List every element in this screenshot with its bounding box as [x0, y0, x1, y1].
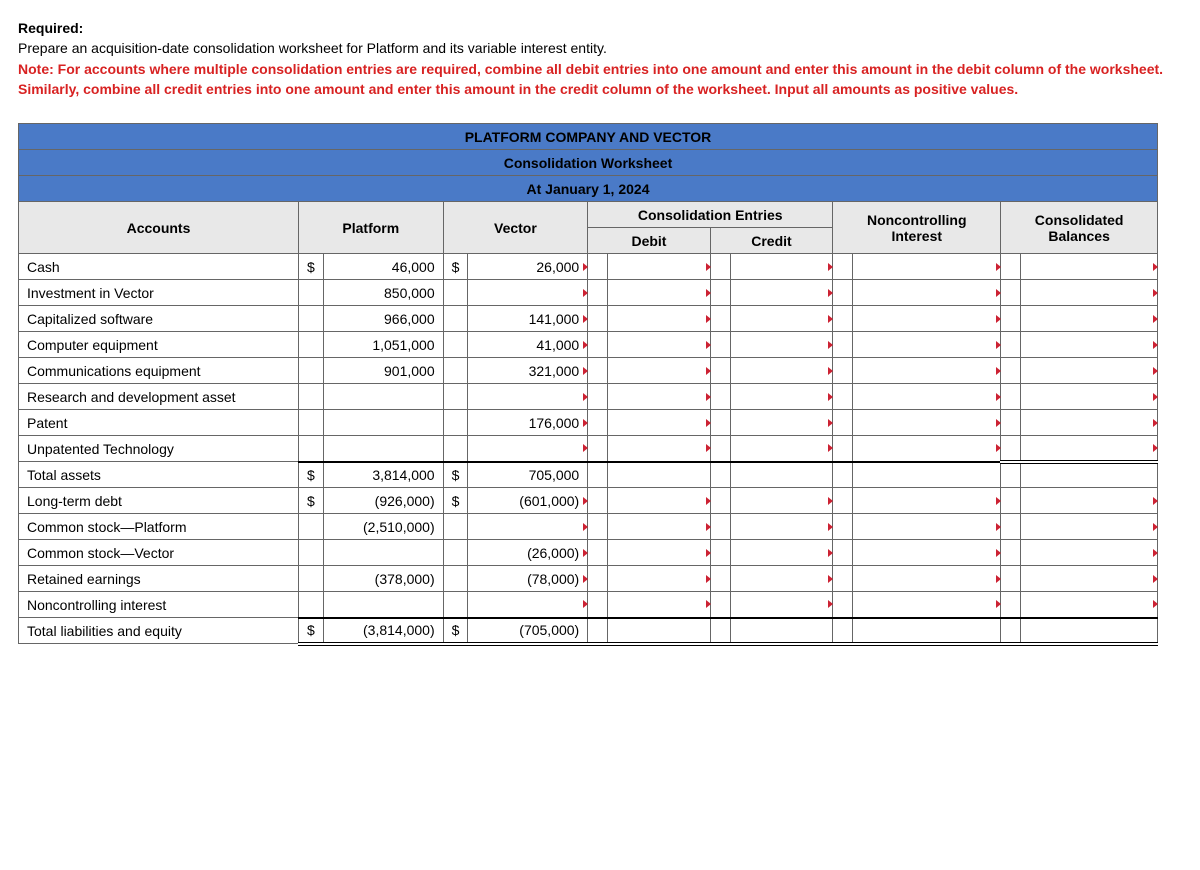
label: Communications equipment — [19, 358, 299, 384]
sheet-subtitle: Consolidation Worksheet — [19, 150, 1158, 176]
col-platform: Platform — [299, 202, 444, 254]
row-rnd-asset: Research and development asset — [19, 384, 1158, 410]
label: Unpatented Technology — [19, 436, 299, 462]
required-label: Required: — [18, 20, 83, 36]
col-consolidation: Consolidation Entries — [588, 202, 833, 228]
col-consolidated: Consolidated Balances — [1001, 202, 1158, 254]
instructions-line1: Prepare an acquisition-date consolidatio… — [18, 40, 607, 56]
row-communications-equipment: Communications equipment 901,000 321,000 — [19, 358, 1158, 384]
row-cash: Cash $46,000 $26,000 — [19, 254, 1158, 280]
row-noncontrolling-interest: Noncontrolling interest — [19, 592, 1158, 618]
label: Total liabilities and equity — [19, 618, 299, 644]
consolidation-worksheet: PLATFORM COMPANY AND VECTOR Consolidatio… — [18, 123, 1158, 646]
row-total-liabilities-equity: Total liabilities and equity $(3,814,000… — [19, 618, 1158, 644]
col-vector: Vector — [443, 202, 588, 254]
col-credit: Credit — [710, 228, 833, 254]
row-computer-equipment: Computer equipment 1,051,000 41,000 — [19, 332, 1158, 358]
label: Common stock—Vector — [19, 540, 299, 566]
label: Noncontrolling interest — [19, 592, 299, 618]
label: Patent — [19, 410, 299, 436]
row-long-term-debt: Long-term debt $(926,000) $(601,000) — [19, 488, 1158, 514]
label: Retained earnings — [19, 566, 299, 592]
label: Common stock—Platform — [19, 514, 299, 540]
label: Investment in Vector — [19, 280, 299, 306]
row-patent: Patent 176,000 — [19, 410, 1158, 436]
instructions-note: Note: For accounts where multiple consol… — [18, 61, 1163, 97]
row-common-stock-vector: Common stock—Vector (26,000) — [19, 540, 1158, 566]
label: Long-term debt — [19, 488, 299, 514]
label: Cash — [19, 254, 299, 280]
col-nci: Noncontrolling Interest — [833, 202, 1001, 254]
row-total-assets: Total assets $3,814,000 $705,000 — [19, 462, 1158, 488]
label: Capitalized software — [19, 306, 299, 332]
instructions-block: Required: Prepare an acquisition-date co… — [18, 18, 1178, 99]
col-debit: Debit — [588, 228, 711, 254]
row-common-stock-platform: Common stock—Platform (2,510,000) — [19, 514, 1158, 540]
row-capitalized-software: Capitalized software 966,000 141,000 — [19, 306, 1158, 332]
row-unpatented-technology: Unpatented Technology — [19, 436, 1158, 462]
row-retained-earnings: Retained earnings (378,000) (78,000) — [19, 566, 1158, 592]
label: Computer equipment — [19, 332, 299, 358]
label: Research and development asset — [19, 384, 299, 410]
sheet-date: At January 1, 2024 — [19, 176, 1158, 202]
label: Total assets — [19, 462, 299, 488]
sheet-title: PLATFORM COMPANY AND VECTOR — [19, 124, 1158, 150]
col-accounts: Accounts — [19, 202, 299, 254]
row-investment-vector: Investment in Vector 850,000 — [19, 280, 1158, 306]
